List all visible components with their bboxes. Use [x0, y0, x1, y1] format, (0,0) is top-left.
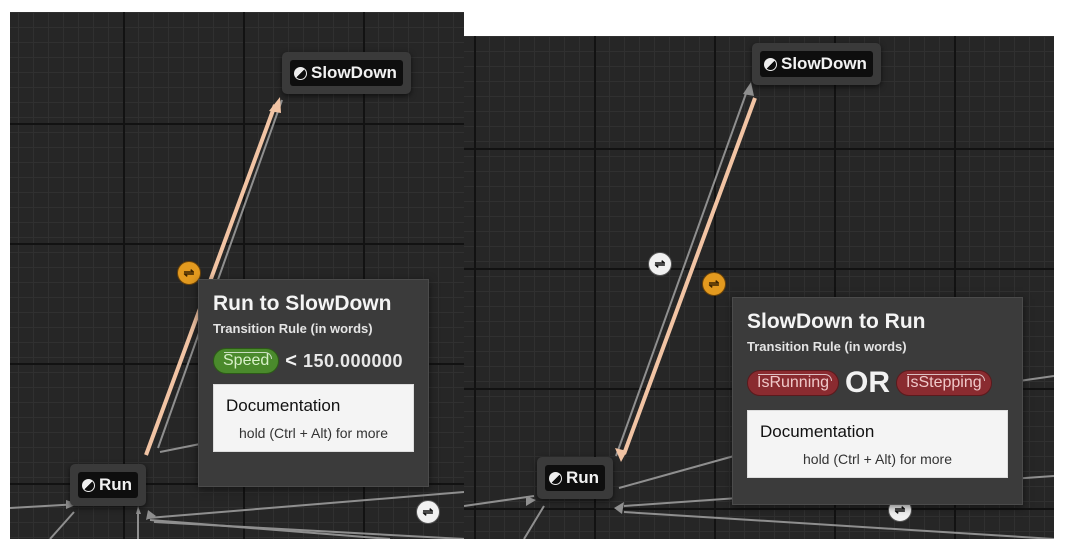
- graph-panel-right[interactable]: SlowDown Run ⇌ ⇌ ⇌ SlowDown to Run Trans…: [464, 36, 1054, 539]
- tooltip-subtitle: Transition Rule (in words): [747, 339, 907, 354]
- rule-expression: Speed < 150.000000: [213, 348, 414, 374]
- tooltip-title: Run to SlowDown: [213, 292, 392, 315]
- state-node-run[interactable]: Run: [537, 457, 614, 499]
- state-label: SlowDown: [781, 54, 867, 73]
- doc-title: Documentation: [760, 422, 875, 441]
- transition-tooltip: SlowDown to Run Transition Rule (in word…: [732, 297, 1023, 505]
- transition-arrows-icon[interactable]: ⇌: [416, 500, 440, 524]
- doc-hint: hold (Ctrl + Alt) for more: [239, 425, 388, 441]
- graph-panel-left[interactable]: SlowDown Run ⇌ ⇌ Run to SlowDown Transit…: [10, 12, 464, 539]
- transition-tooltip: Run to SlowDown Transition Rule (in word…: [198, 279, 429, 487]
- doc-hint: hold (Ctrl + Alt) for more: [803, 451, 952, 467]
- half-circle-icon: [82, 478, 95, 492]
- state-node-run[interactable]: Run: [70, 464, 147, 506]
- variable-pill: Speed: [213, 348, 280, 374]
- tooltip-title: SlowDown to Run: [747, 310, 926, 333]
- state-label: Run: [566, 468, 600, 487]
- half-circle-icon: [549, 471, 562, 485]
- state-label: SlowDown: [311, 63, 397, 82]
- state-label: Run: [99, 475, 133, 494]
- state-node-slowdown[interactable]: SlowDown: [752, 43, 881, 85]
- tooltip-subtitle: Transition Rule (in words): [213, 321, 373, 336]
- compare-value: 150.000000: [302, 350, 404, 371]
- transition-arrows-icon[interactable]: ⇌: [648, 252, 672, 276]
- variable-pill-b: IsStepping: [896, 370, 992, 396]
- documentation-box: Documentation hold (Ctrl + Alt) for more: [213, 384, 414, 452]
- half-circle-icon: [764, 57, 777, 71]
- half-circle-icon: [294, 66, 307, 80]
- wire-run-to-slowdown[interactable]: [615, 87, 749, 457]
- operator: <: [285, 349, 297, 372]
- documentation-box: Documentation hold (Ctrl + Alt) for more: [747, 410, 1008, 478]
- transition-arrows-icon[interactable]: ⇌: [702, 272, 726, 296]
- doc-title: Documentation: [226, 396, 341, 415]
- state-node-slowdown[interactable]: SlowDown: [282, 52, 411, 94]
- rule-expression: IsRunning OR IsStepping: [747, 366, 1008, 400]
- operator: OR: [845, 366, 891, 399]
- variable-pill-a: IsRunning: [747, 370, 840, 396]
